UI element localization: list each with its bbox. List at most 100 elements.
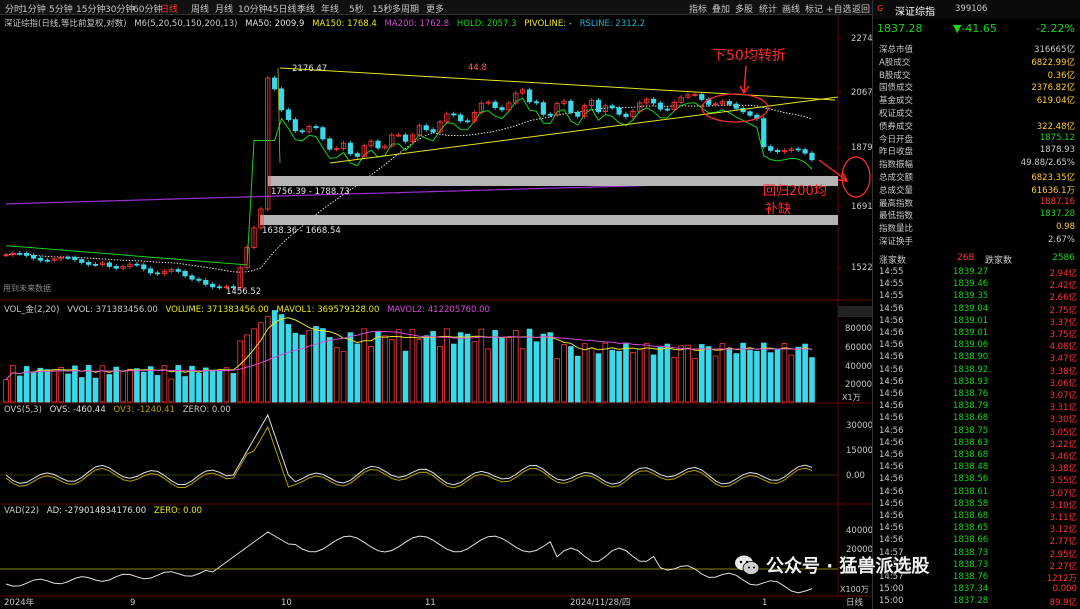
candle-body bbox=[134, 263, 140, 266]
up-count: 268 bbox=[957, 253, 975, 263]
ov3-line bbox=[5, 425, 813, 489]
gap-zone-upper bbox=[268, 176, 838, 186]
tick-cell: 1838.73 bbox=[953, 559, 989, 570]
volume-bar bbox=[733, 353, 740, 403]
volume-bar bbox=[616, 350, 622, 403]
quote-stat-label: 总成交额 bbox=[879, 173, 914, 183]
volume-bar bbox=[698, 344, 705, 403]
candle-body bbox=[499, 107, 505, 111]
ma50-line bbox=[5, 104, 813, 273]
candle-body bbox=[72, 257, 78, 260]
volume-bar bbox=[361, 328, 368, 403]
volume-bar bbox=[161, 365, 168, 403]
vad-zero: ZERO: 0.00 bbox=[153, 506, 203, 516]
candle-body bbox=[30, 255, 37, 259]
volume-axis-label: 60000 bbox=[845, 343, 872, 353]
hold-label: HOLD: 2057.3 bbox=[456, 19, 517, 29]
trendline-upper bbox=[279, 67, 836, 101]
quote-price: 1837.28 bbox=[877, 22, 923, 35]
quote-stat-value: 2376.82亿 bbox=[1031, 83, 1075, 94]
mavol1-label: MAVOL1: 369579328.00 bbox=[276, 305, 380, 315]
volume-bar bbox=[244, 334, 250, 403]
volume-bar bbox=[636, 348, 643, 403]
candle-body bbox=[141, 264, 147, 270]
quote-stat-label: B股成交 bbox=[879, 70, 911, 81]
volume-bar bbox=[444, 328, 450, 403]
volume-bar bbox=[657, 346, 664, 403]
volume-bar bbox=[809, 357, 815, 403]
quote-name: 深证综指 bbox=[895, 7, 935, 18]
tick-row: 14:56 1838.66 2.77亿 bbox=[873, 535, 1080, 547]
volume-bar bbox=[168, 378, 175, 403]
volume-bar bbox=[140, 371, 147, 403]
quote-stat-value: 61636.1万 bbox=[1031, 185, 1075, 196]
tick-cell: 1838.66 bbox=[953, 535, 989, 546]
volume-bar bbox=[568, 346, 574, 403]
volume-bar bbox=[685, 344, 691, 403]
volume-unit: X1万 bbox=[842, 393, 861, 402]
down-count: 2586 bbox=[1052, 253, 1075, 263]
volume-bar bbox=[189, 365, 195, 403]
x-axis-period: 日线 bbox=[846, 597, 864, 608]
quote-stat-row: B股成交 0.36亿 bbox=[873, 69, 1080, 82]
candle-body bbox=[568, 100, 574, 113]
volume-axis-box bbox=[838, 306, 872, 317]
volume-bar bbox=[526, 328, 533, 403]
tick-row: 14:56 1838.90 3.47亿 bbox=[873, 352, 1080, 364]
candle-body bbox=[272, 77, 278, 90]
volume-bar bbox=[416, 339, 423, 403]
tick-cell: 1838.79 bbox=[953, 401, 989, 412]
volume-bar bbox=[382, 335, 388, 403]
tick-row: 14:56 1839.04 2.75亿 bbox=[873, 304, 1080, 316]
mavol2-label: MAVOL2: 412205760.00 bbox=[387, 305, 490, 315]
tick-cell: 3.05亿 bbox=[1049, 427, 1077, 438]
quote-stat-label: 最高指数 bbox=[879, 198, 914, 209]
tick-cell: 1838.48 bbox=[953, 462, 989, 473]
volume-bar bbox=[44, 369, 51, 403]
candle-body bbox=[802, 149, 808, 154]
quote-stat-value: 49.88/2.65% bbox=[1020, 158, 1075, 169]
candle-body bbox=[86, 262, 92, 265]
candle-body bbox=[533, 101, 540, 104]
ovs-value: OVS: -460.44 bbox=[49, 405, 106, 415]
volume-bar bbox=[788, 354, 795, 403]
tick-cell: 1212万 bbox=[1046, 574, 1077, 584]
quote-stat-label: 债券成交 bbox=[879, 121, 914, 132]
volume-bar bbox=[623, 342, 629, 403]
quote-stat-row: 指数量比 0.98 bbox=[873, 222, 1080, 235]
price-axis-label: 2067 bbox=[851, 88, 873, 98]
quote-panel: G 深证综指 399106 1837.28 ▼-41.65 -2.22% 深总市… bbox=[872, 0, 1080, 609]
tick-cell: 3.06亿 bbox=[1049, 378, 1077, 389]
tick-cell: 14:56 bbox=[879, 315, 904, 326]
tick-cell: 2.75亿 bbox=[1049, 305, 1077, 316]
gap-zone-lower bbox=[260, 215, 838, 225]
quote-stat-row: 昨日收盘 1878.93 bbox=[873, 145, 1080, 158]
volume-bar bbox=[554, 358, 560, 403]
quote-stat-label: 最低指数 bbox=[879, 211, 914, 222]
tick-cell: 15:00 bbox=[879, 596, 904, 607]
quote-stat-value: 1887.16 bbox=[1039, 196, 1075, 207]
quote-code: G bbox=[877, 4, 884, 13]
tick-cell: 1838.63 bbox=[953, 437, 989, 448]
tick-cell: 1838.56 bbox=[953, 474, 989, 485]
volume-bar bbox=[402, 350, 409, 403]
quote-stat-row: 总成交量 61636.1万 bbox=[873, 184, 1080, 197]
volume-bar bbox=[209, 369, 216, 403]
volume-bar bbox=[643, 342, 650, 403]
volume-bar bbox=[395, 329, 402, 403]
tick-cell: 1838.61 bbox=[953, 486, 989, 497]
tick-row: 14:56 1838.68 3.46亿 bbox=[873, 450, 1080, 462]
tick-cell: 1838.75 bbox=[953, 425, 989, 436]
tick-row: 14:56 1838.93 3.06亿 bbox=[873, 377, 1080, 389]
down-label: 跌家数 bbox=[985, 256, 1013, 266]
turn-note: 下50均转折 bbox=[712, 48, 786, 64]
volume-bar bbox=[306, 330, 312, 403]
main-title: 深证综指(日线,等比前复权,对数) bbox=[4, 19, 127, 29]
tick-cell: 2.77亿 bbox=[1049, 537, 1077, 548]
candle-body bbox=[595, 99, 602, 113]
quote-stat-row: 债券成交 322.48亿 bbox=[873, 120, 1080, 133]
volume-bar bbox=[292, 332, 299, 403]
zone-label-lower: 1638.36 - 1668.54 bbox=[262, 226, 341, 236]
volume-bar bbox=[120, 370, 126, 403]
candle-body bbox=[313, 126, 319, 129]
